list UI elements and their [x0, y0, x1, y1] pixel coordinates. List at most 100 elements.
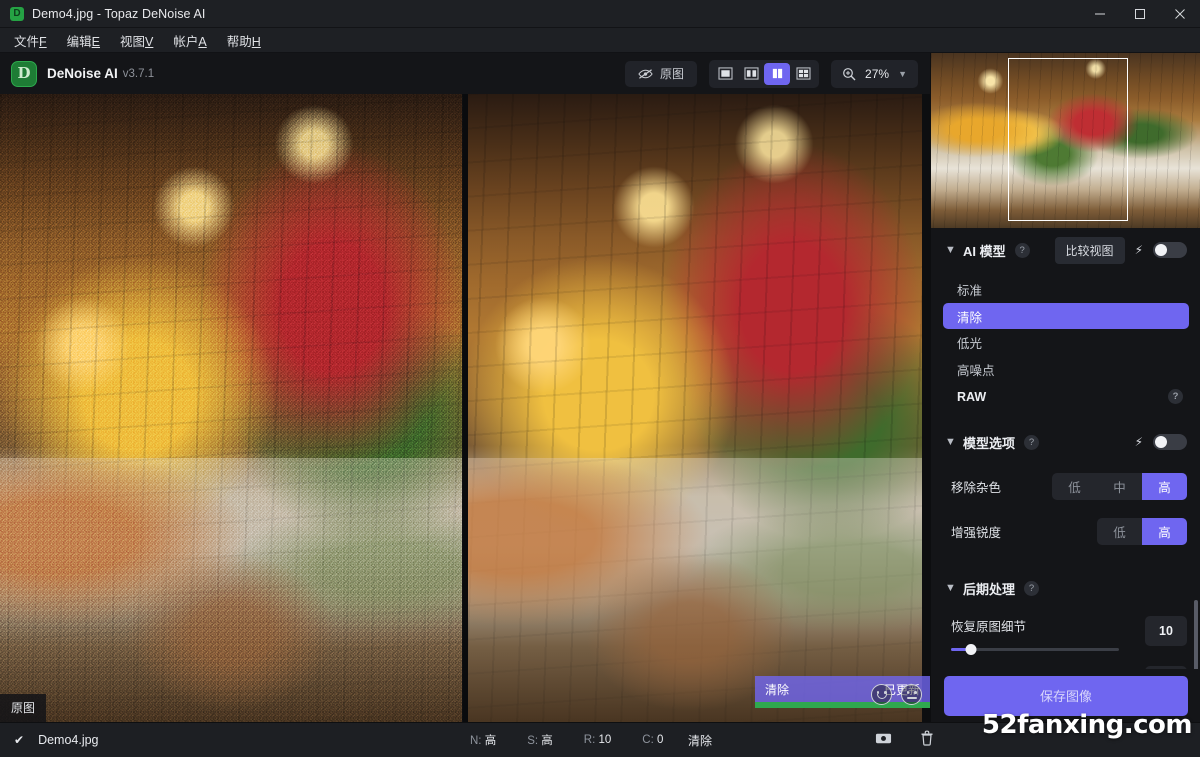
menu-view[interactable]: 视图V	[111, 28, 162, 53]
menu-help-accel: H	[251, 34, 261, 49]
chevron-down-icon[interactable]: ▼	[945, 436, 961, 448]
stat-sharpen-value: 高	[541, 735, 553, 747]
model-item-lowlight[interactable]: 低光	[943, 329, 1189, 356]
denoise-app-window: Demo4.jpg - Topaz DeNoise AI 文件F 编辑E 视图V…	[0, 0, 1200, 757]
viewport-rectangle[interactable]	[1008, 58, 1128, 221]
menu-file-label: 文件	[14, 34, 40, 49]
enhance-sharpness-low[interactable]: 低	[1097, 518, 1142, 545]
grid-icon	[795, 67, 811, 80]
ai-model-section-header[interactable]: ▼ AI 模型 ? 比较视图 ⚡	[931, 228, 1200, 272]
close-icon[interactable]	[1160, 0, 1200, 28]
help-icon[interactable]: ?	[1168, 389, 1183, 404]
minimize-icon[interactable]	[1080, 0, 1120, 28]
lightning-icon: ⚡	[1134, 435, 1143, 449]
magnifier-plus-icon	[843, 67, 856, 80]
ai-model-header-controls: 比较视图 ⚡	[1054, 236, 1187, 264]
help-icon[interactable]: ?	[1024, 434, 1040, 450]
panel-scroll-area[interactable]: ▼ AI 模型 ? 比较视图 ⚡ 标准 清除 低光 高噪点 RAW ? ▼ 模型…	[931, 228, 1200, 722]
image-canvas[interactable]: 原图 清除 已更新	[0, 94, 930, 722]
feedback-icons	[871, 684, 922, 705]
model-item-raw[interactable]: RAW ?	[943, 383, 1189, 410]
pane-divider[interactable]	[463, 94, 468, 722]
brand: D DeNoise AI v3.7.1	[11, 60, 155, 87]
enhance-sharpness-segmented: 低 高	[1097, 518, 1187, 545]
stat-recover-value: 10	[598, 734, 612, 746]
stat-noise-value: 高	[484, 735, 497, 747]
compare-view-button[interactable]: 比较视图	[1054, 236, 1125, 264]
save-image-button[interactable]: 保存图像	[944, 675, 1188, 716]
processed-image-pane[interactable]: 清除 已更新	[468, 94, 930, 722]
recover-detail-value[interactable]: 10	[1145, 616, 1187, 646]
stat-recover: R: 10	[584, 734, 612, 746]
brand-version: v3.7.1	[122, 67, 155, 80]
brand-letter: D	[17, 64, 31, 82]
model-label: 标准	[957, 284, 983, 298]
remove-noise-low[interactable]: 低	[1052, 473, 1097, 500]
split-view-button[interactable]	[738, 63, 764, 85]
maximize-icon[interactable]	[1120, 0, 1160, 28]
menu-bar: 文件F 编辑E 视图V 帐户A 帮助H	[0, 28, 1200, 53]
window-controls	[1080, 0, 1200, 28]
stat-noise: N: 高	[470, 732, 496, 748]
zoom-control[interactable]: 27% ▼	[831, 59, 918, 88]
menu-view-label: 视图	[120, 34, 146, 49]
smile-face-icon[interactable]	[871, 684, 892, 705]
original-tag: 原图	[0, 694, 47, 722]
side-by-side-icon	[772, 68, 782, 79]
enhance-sharpness-high[interactable]: 高	[1142, 518, 1187, 545]
file-item[interactable]: ✔ Demo4.jpg	[14, 733, 99, 747]
menu-edit[interactable]: 编辑E	[58, 28, 109, 53]
help-icon[interactable]: ?	[1014, 242, 1030, 258]
original-button-label: 原图	[660, 67, 685, 81]
chevron-down-icon[interactable]: ▼	[945, 582, 961, 594]
model-item-severe-noise[interactable]: 高噪点	[943, 356, 1189, 383]
camera-icon[interactable]	[875, 731, 892, 750]
remove-noise-label: 移除杂色	[951, 481, 1002, 495]
remove-noise-medium[interactable]: 中	[1097, 473, 1142, 500]
model-label: RAW	[957, 389, 987, 404]
status-model-label: 清除	[688, 733, 713, 748]
window-title: Demo4.jpg - Topaz DeNoise AI	[32, 6, 206, 21]
menu-account-accel: A	[198, 34, 207, 49]
help-icon[interactable]: ?	[1024, 580, 1040, 596]
side-by-side-view-button[interactable]	[764, 62, 791, 85]
brand-name: DeNoise AI	[47, 66, 118, 81]
model-item-clear[interactable]: 清除	[943, 303, 1189, 329]
processed-photo	[468, 94, 922, 722]
enhance-sharpness-row: 增强锐度 低 高	[931, 509, 1200, 554]
remove-noise-high[interactable]: 高	[1142, 473, 1187, 500]
menu-help[interactable]: 帮助H	[218, 28, 270, 53]
ai-model-auto-toggle[interactable]	[1153, 242, 1187, 258]
square-icon	[717, 67, 733, 80]
original-toggle-button[interactable]: 原图	[625, 60, 698, 87]
model-options-auto-toggle[interactable]	[1153, 434, 1187, 450]
recover-detail-label: 恢复原图细节	[951, 620, 1027, 634]
single-view-button[interactable]	[712, 63, 738, 85]
lightning-icon: ⚡	[1134, 243, 1143, 257]
status-stats: N: 高 S: 高 R: 10 C: 0	[470, 732, 663, 748]
original-photo	[0, 94, 462, 722]
trash-icon[interactable]	[920, 730, 934, 751]
post-processing-section-header[interactable]: ▼ 后期处理 ?	[931, 566, 1200, 610]
zoom-value: 27%	[865, 66, 890, 81]
recover-detail-track[interactable]	[951, 643, 1119, 655]
menu-help-label: 帮助	[226, 34, 252, 49]
stat-color-value: 0	[656, 734, 664, 746]
two-pane-icon	[743, 67, 759, 80]
model-item-standard[interactable]: 标准	[943, 276, 1189, 303]
neutral-face-icon[interactable]	[901, 684, 922, 705]
eye-slash-icon	[638, 68, 653, 79]
menu-file[interactable]: 文件F	[5, 28, 56, 53]
chevron-down-icon[interactable]: ▼	[898, 69, 907, 79]
navigator-preview[interactable]	[931, 53, 1200, 228]
stat-sharpen-key: S:	[527, 735, 539, 747]
model-options-section-header[interactable]: ▼ 模型选项 ? ⚡	[931, 420, 1200, 464]
enhance-sharpness-label: 增强锐度	[951, 526, 1002, 540]
model-label: 低光	[957, 337, 983, 351]
grid-view-button[interactable]	[790, 63, 816, 85]
chevron-down-icon[interactable]: ▼	[945, 244, 961, 256]
menu-account[interactable]: 帐户A	[164, 28, 215, 53]
original-image-pane[interactable]: 原图	[0, 94, 463, 722]
model-label: 清除	[957, 310, 983, 325]
app-toolbar: D DeNoise AI v3.7.1 原图 27% ▼	[0, 53, 930, 94]
